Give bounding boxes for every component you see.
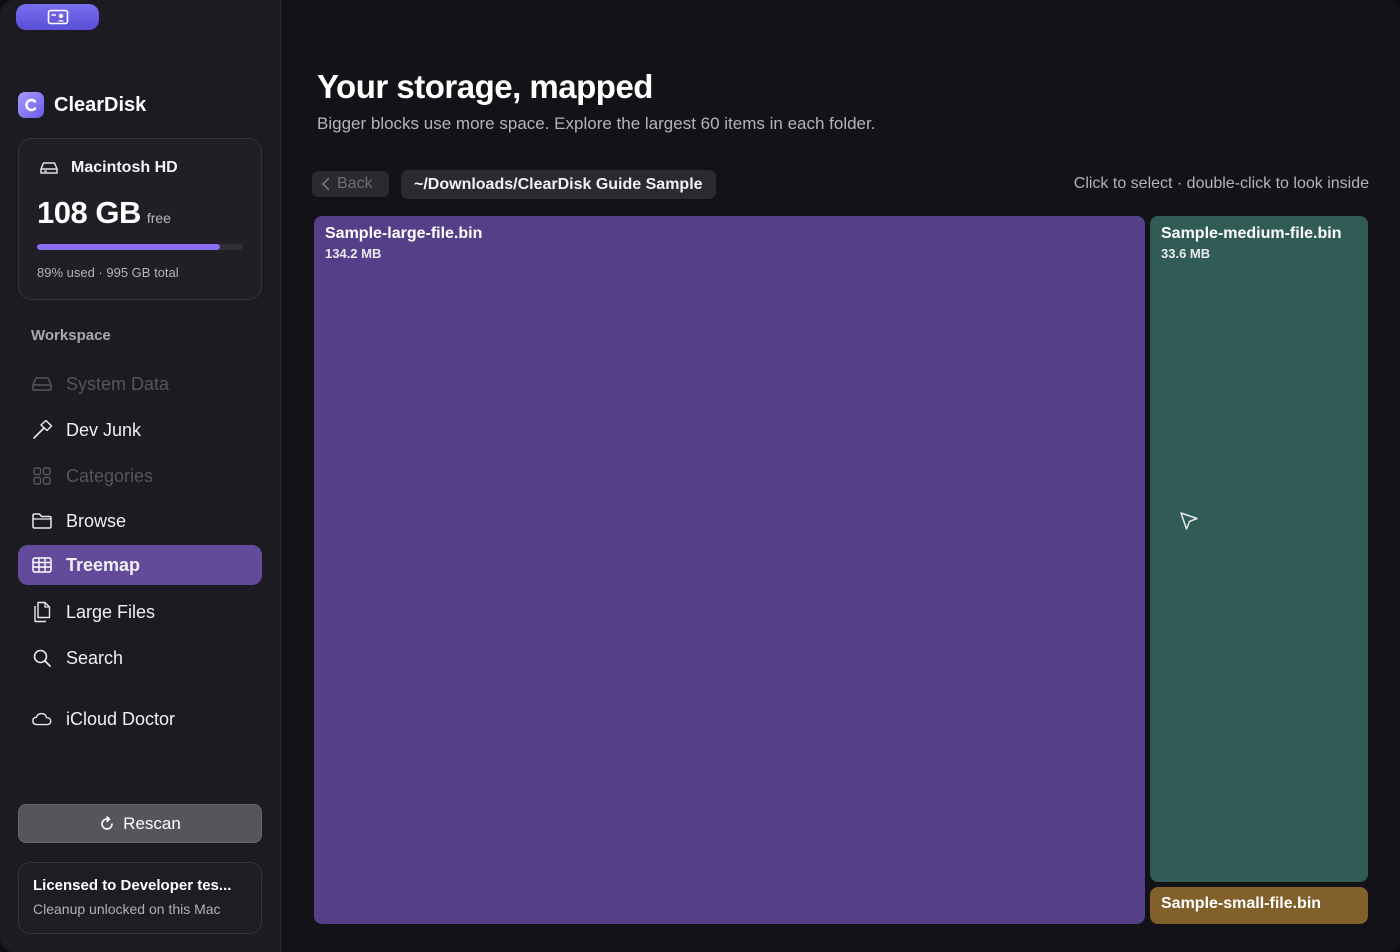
disk-usage-fill (37, 244, 221, 250)
table-icon (32, 557, 52, 573)
tile-size: 33.6 MB (1161, 246, 1211, 261)
hammer-icon (33, 419, 53, 439)
app-window: ClearDisk Macintosh HD 108 GB free 89% u… (0, 0, 1400, 952)
grid-icon (33, 467, 51, 485)
treemap-tile-medium[interactable]: Sample-medium-file.bin 33.6 MB (1150, 216, 1368, 882)
cloud-icon (32, 712, 52, 726)
page-subtitle: Bigger blocks use more space. Explore th… (317, 114, 876, 133)
drive-icon (32, 377, 52, 391)
magnifier-icon (33, 649, 51, 667)
section-label-workspace: Workspace (31, 327, 111, 344)
mouse-pointer-icon (1180, 512, 1198, 530)
sidebar-item-label: Search (66, 647, 124, 668)
treemap-tile-large[interactable]: Sample-large-file.bin 134.2 MB (314, 216, 1145, 924)
sidebar-item-browse[interactable]: Browse (18, 501, 262, 541)
disk-free-unit: free (146, 210, 171, 226)
page-title: Your storage, mapped (317, 68, 653, 105)
treemap-hint: Click to select · double-click to look i… (1073, 175, 1369, 192)
back-label: Back (337, 175, 373, 192)
person-card-icon (47, 9, 68, 25)
sidebar-item-large-files[interactable]: Large Files (18, 592, 262, 632)
sidebar-item-system-data[interactable]: System Data (18, 364, 262, 404)
back-button[interactable]: Back (312, 171, 389, 197)
disk-usage-bar (37, 244, 243, 250)
sidebar-item-label: Large Files (66, 601, 156, 622)
documents-icon (34, 601, 51, 623)
sidebar: ClearDisk Macintosh HD 108 GB free 89% u… (0, 0, 281, 952)
sidebar-item-treemap[interactable]: Treemap (18, 545, 262, 585)
treemap-tile-small[interactable]: Sample-small-file.bin (1150, 887, 1368, 924)
chevron-left-icon (322, 177, 330, 191)
license-title: Licensed to Developer tes... (33, 877, 232, 894)
disk-meta: 89% used · 995 GB total (37, 265, 179, 280)
sidebar-item-search[interactable]: Search (18, 638, 262, 678)
disk-name: Macintosh HD (71, 159, 178, 176)
sidebar-item-label: Dev Junk (66, 419, 142, 440)
treemap: Sample-large-file.bin 134.2 MB Sample-me… (314, 216, 1368, 924)
sidebar-item-label: Treemap (66, 554, 141, 575)
app-name: ClearDisk (54, 93, 147, 116)
license-card: Licensed to Developer tes... Cleanup unl… (18, 862, 262, 934)
tile-name: Sample-large-file.bin (325, 225, 483, 242)
brand: ClearDisk (18, 92, 146, 118)
rescan-button[interactable]: Rescan (18, 804, 262, 843)
disk-card: Macintosh HD 108 GB free 89% used · 995 … (18, 138, 262, 300)
disk-free-value: 108 GB (37, 195, 141, 230)
folder-icon (32, 513, 52, 529)
main-content: Your storage, mapped Bigger blocks use m… (282, 0, 1400, 952)
license-subtitle: Cleanup unlocked on this Mac (33, 901, 221, 917)
refresh-icon (101, 815, 113, 830)
breadcrumb: ~/Downloads/ClearDisk Guide Sample (401, 170, 716, 199)
sidebar-item-label: System Data (66, 373, 170, 394)
tile-size: 134.2 MB (325, 246, 382, 261)
sidebar-item-label: iCloud Doctor (66, 708, 176, 729)
tile-name: Sample-small-file.bin (1161, 895, 1322, 912)
sidebar-item-label: Browse (66, 510, 127, 531)
drive-icon (40, 162, 58, 174)
tile-name: Sample-medium-file.bin (1161, 225, 1342, 242)
sidebar-item-icloud-doctor[interactable]: iCloud Doctor (18, 699, 262, 739)
sidebar-item-label: Categories (66, 465, 154, 486)
sidebar-item-dev-junk[interactable]: Dev Junk (18, 410, 262, 450)
cleardisk-logo (18, 92, 44, 118)
sidebar-item-categories[interactable]: Categories (18, 456, 262, 496)
profile-button[interactable] (16, 4, 99, 30)
rescan-label: Rescan (123, 813, 181, 833)
